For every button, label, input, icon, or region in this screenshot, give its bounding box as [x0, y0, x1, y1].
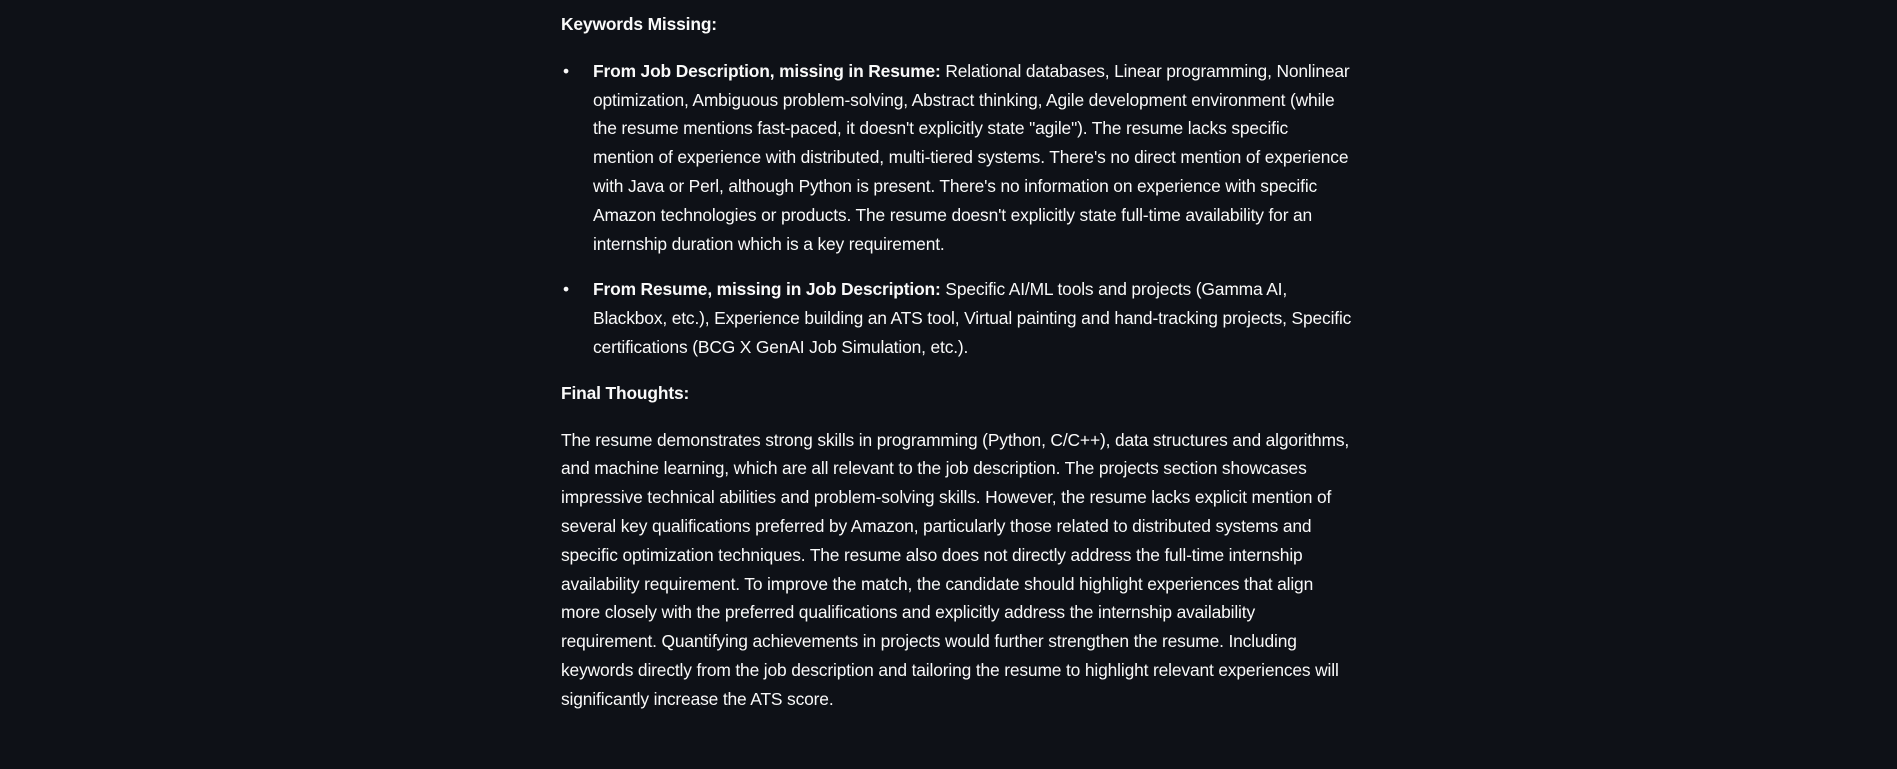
list-item-label: From Job Description, missing in Resume:: [593, 60, 941, 81]
list-item: • From Job Description, missing in Resum…: [561, 57, 1353, 259]
final-thoughts-heading: Final Thoughts:: [561, 382, 690, 403]
bullet-icon: •: [563, 279, 569, 300]
bullet-icon: •: [563, 60, 569, 81]
clipped-previous-line: [561, 0, 1353, 10]
analysis-content: Keywords Missing: • From Job Description…: [561, 0, 1353, 714]
list-item-label: From Resume, missing in Job Description:: [593, 279, 941, 300]
list-item-text: Relational databases, Linear programming…: [593, 60, 1350, 254]
keywords-missing-heading: Keywords Missing:: [561, 14, 717, 34]
list-item: • From Resume, missing in Job Descriptio…: [561, 275, 1353, 361]
final-thoughts-text: The resume demonstrates strong skills in…: [561, 429, 1350, 709]
keywords-missing-list: • From Job Description, missing in Resum…: [561, 57, 1353, 362]
